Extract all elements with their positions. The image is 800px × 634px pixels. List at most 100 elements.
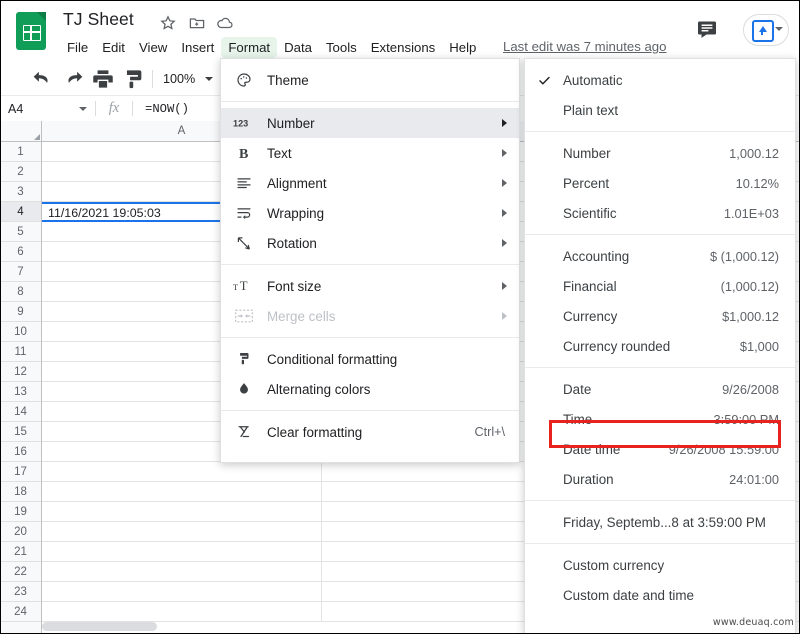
number-menu-item-sample: 9/26/2008 15:59:00: [668, 441, 779, 457]
format-menu-item-label: Merge cells: [267, 308, 336, 324]
svg-text:B: B: [239, 147, 248, 161]
number-menu-item-label: Scientific: [563, 205, 617, 221]
row-header-13[interactable]: 13: [0, 382, 41, 402]
row-header-19[interactable]: 19: [0, 502, 41, 522]
number-menu-item-time[interactable]: Time 3:59:00 PM: [525, 404, 795, 434]
format-menu-item-wrapping[interactable]: Wrapping: [221, 198, 519, 228]
number-menu-item-percent[interactable]: Percent 10.12%: [525, 168, 795, 198]
select-all-corner[interactable]: [0, 121, 42, 142]
number-menu-item-duration[interactable]: Duration 24:01:00: [525, 464, 795, 494]
chevron-down-icon: [205, 76, 214, 81]
number-menu-item-accounting[interactable]: Accounting $ (1,000.12): [525, 241, 795, 271]
format-menu-item-clear-formatting[interactable]: Clear formatting Ctrl+\: [221, 417, 519, 447]
row-header-11[interactable]: 11: [0, 342, 41, 362]
format-menu-item-text[interactable]: B Text: [221, 138, 519, 168]
number-menu-item-sample: 10.12%: [735, 175, 779, 191]
row-header-17[interactable]: 17: [0, 462, 41, 482]
number-menu-item-label: Plain text: [563, 102, 619, 118]
row-header-4[interactable]: 4: [0, 202, 41, 222]
number-menu-item-automatic[interactable]: Automatic: [525, 65, 795, 95]
row-header-6[interactable]: 6: [0, 242, 41, 262]
paint-format-icon[interactable]: [120, 66, 146, 92]
row-header-5[interactable]: 5: [0, 222, 41, 242]
row-header-21[interactable]: 21: [0, 542, 41, 562]
bold-b-icon: B: [221, 145, 267, 161]
number-menu-item-custom-date-and-time[interactable]: Custom date and time: [525, 580, 795, 610]
number-menu-item-number[interactable]: Number 1,000.12: [525, 138, 795, 168]
row-header-2[interactable]: 2: [0, 162, 41, 182]
row-header-9[interactable]: 9: [0, 302, 41, 322]
print-icon[interactable]: [90, 66, 116, 92]
number-menu-item-label: Custom currency: [563, 557, 665, 573]
row-header-24[interactable]: 24: [0, 602, 41, 622]
row-headers: 1 2 3 4 5 6 7 8 9 10 11 12 13 14 15 16 17 18 19 20 21 22 23 24: [0, 142, 42, 634]
menu-item-view[interactable]: View: [132, 37, 174, 58]
row-header-14[interactable]: 14: [0, 402, 41, 422]
number-menu-item-custom-currency[interactable]: Custom currency: [525, 550, 795, 580]
submenu-arrow-icon: [502, 209, 507, 217]
format-menu-item-number[interactable]: 123 Number: [221, 108, 519, 138]
menu-item-insert[interactable]: Insert: [174, 37, 221, 58]
menu-item-extensions[interactable]: Extensions: [364, 37, 443, 58]
row-header-15[interactable]: 15: [0, 422, 41, 442]
number-menu-item-currency[interactable]: Currency $1,000.12: [525, 301, 795, 331]
move-to-folder-icon[interactable]: [188, 14, 206, 32]
menu-item-format[interactable]: Format: [221, 36, 278, 58]
number-menu-item-friday-septemb-8-at-3-59-00-pm[interactable]: Friday, Septemb...8 at 3:59:00 PM: [525, 507, 795, 537]
menu-separator: [221, 410, 519, 411]
format-menu[interactable]: Theme 123 Number B Text Alignment Wrapping Rota…: [220, 58, 520, 463]
format-menu-item-alignment[interactable]: Alignment: [221, 168, 519, 198]
row-header-12[interactable]: 12: [0, 362, 41, 382]
cloud-saved-icon[interactable]: [216, 14, 234, 32]
document-title[interactable]: TJ Sheet: [63, 9, 134, 30]
share-button[interactable]: [743, 14, 789, 46]
last-edit-status[interactable]: Last edit was 7 minutes ago: [503, 39, 666, 54]
number-menu-item-sample: 9/26/2008: [722, 381, 779, 397]
menu-item-edit[interactable]: Edit: [95, 37, 132, 58]
number-menu-item-sample: 1,000.12: [729, 145, 779, 161]
zoom-selector[interactable]: 100%: [159, 70, 217, 88]
number-menu-item-label: Time: [563, 411, 593, 427]
number-menu-item-scientific[interactable]: Scientific 1.01E+03: [525, 198, 795, 228]
number-menu-item-financial[interactable]: Financial (1,000.12): [525, 271, 795, 301]
horizontal-scrollbar[interactable]: [42, 622, 157, 631]
row-header-3[interactable]: 3: [0, 182, 41, 202]
merge-cells-icon: [221, 308, 267, 324]
menu-item-tools[interactable]: Tools: [319, 37, 364, 58]
row-header-16[interactable]: 16: [0, 442, 41, 462]
row-header-10[interactable]: 10: [0, 322, 41, 342]
redo-icon[interactable]: [60, 66, 86, 92]
menu-item-help[interactable]: Help: [442, 37, 483, 58]
format-menu-item-conditional-formatting[interactable]: Conditional formatting: [221, 344, 519, 374]
row-header-1[interactable]: 1: [0, 142, 41, 162]
menu-separator: [525, 131, 795, 132]
number-menu-item-label: Financial: [563, 278, 617, 294]
undo-icon[interactable]: [30, 66, 56, 92]
number-menu-item-plain-text[interactable]: Plain text: [525, 95, 795, 125]
number-menu-item-label: Number: [563, 145, 611, 161]
chevron-down-icon: [79, 106, 87, 111]
name-box[interactable]: A4: [0, 96, 95, 121]
format-menu-item-theme[interactable]: Theme: [221, 65, 519, 95]
row-header-7[interactable]: 7: [0, 262, 41, 282]
row-header-23[interactable]: 23: [0, 582, 41, 602]
star-icon[interactable]: [159, 14, 177, 32]
format-menu-item-merge-cells: Merge cells: [221, 301, 519, 331]
format-menu-item-rotation[interactable]: Rotation: [221, 228, 519, 258]
format-menu-item-label: Wrapping: [267, 205, 325, 221]
format-menu-item-alternating-colors[interactable]: Alternating colors: [221, 374, 519, 404]
menu-separator: [221, 101, 519, 102]
format-menu-item-font-size[interactable]: T T Font size: [221, 271, 519, 301]
row-header-20[interactable]: 20: [0, 522, 41, 542]
row-header-18[interactable]: 18: [0, 482, 41, 502]
number-menu-item-label: Currency rounded: [563, 338, 671, 354]
row-header-8[interactable]: 8: [0, 282, 41, 302]
comment-icon[interactable]: [695, 17, 719, 41]
row-header-22[interactable]: 22: [0, 562, 41, 582]
number-menu-item-date[interactable]: Date 9/26/2008: [525, 374, 795, 404]
menu-item-data[interactable]: Data: [277, 37, 319, 58]
menu-item-file[interactable]: File: [60, 37, 95, 58]
number-submenu[interactable]: Automatic Plain text Number 1,000.12 Percent…: [524, 58, 796, 634]
number-menu-item-currency-rounded[interactable]: Currency rounded $1,000: [525, 331, 795, 361]
number-menu-item-date-time[interactable]: Date time 9/26/2008 15:59:00: [525, 434, 795, 464]
